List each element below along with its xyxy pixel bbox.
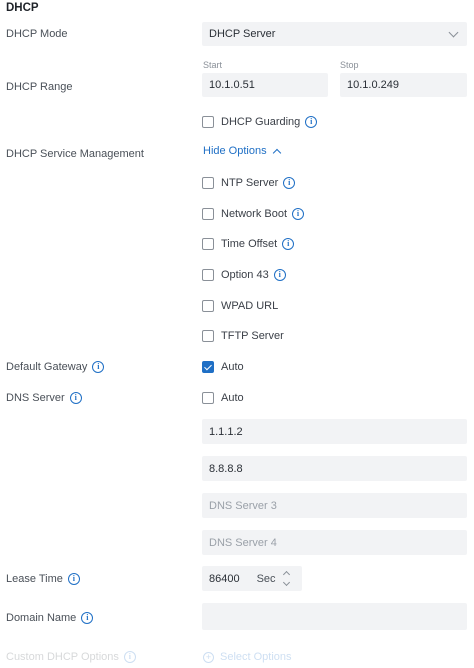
hide-options-label: Hide Options: [203, 145, 267, 157]
domain-name-label: Domain Name i: [6, 612, 94, 624]
default-gateway-auto-checkbox[interactable]: Auto: [202, 361, 244, 373]
auto-label: Auto: [221, 392, 244, 404]
dhcp-guarding-label: DHCP Guarding: [221, 116, 301, 128]
lease-time-stepper[interactable]: [282, 570, 290, 587]
range-start-label: Start: [203, 60, 223, 70]
lease-time-label-text: Lease Time: [6, 573, 63, 585]
dns-server-2-input[interactable]: 8.8.8.8: [202, 456, 467, 481]
dns-auto-checkbox[interactable]: Auto: [202, 392, 244, 404]
chevron-down-icon: [448, 27, 459, 37]
lease-time-input[interactable]: 86400 Sec: [202, 566, 302, 591]
service-mgmt-label-text: DHCP Service Management: [6, 148, 144, 160]
chevron-up-icon: [272, 148, 281, 157]
stepper-down-icon[interactable]: [282, 578, 290, 587]
default-gateway-label: Default Gateway i: [6, 361, 105, 373]
dhcp-mode-select[interactable]: DHCP Server: [202, 22, 467, 46]
stepper-up-icon[interactable]: [282, 570, 290, 579]
dns-server-1-value: 1.1.1.2: [209, 425, 243, 438]
dns-server-2-value: 8.8.8.8: [209, 462, 243, 475]
info-icon[interactable]: i: [292, 208, 305, 220]
section-title: DHCP: [6, 2, 39, 14]
checkbox-box[interactable]: [202, 392, 214, 404]
default-gateway-label-text: Default Gateway: [6, 361, 88, 373]
option-label: NTP Server: [221, 177, 279, 189]
checkbox-box[interactable]: [202, 116, 214, 128]
dns-server-label-text: DNS Server: [6, 392, 65, 404]
option-tftp-server[interactable]: TFTP Server: [202, 330, 284, 342]
checkbox-box[interactable]: [202, 238, 214, 250]
info-icon[interactable]: i: [123, 651, 136, 663]
info-icon[interactable]: i: [92, 361, 105, 373]
dns-server-4-placeholder: DNS Server 4: [209, 536, 277, 549]
option-label: Time Offset: [221, 238, 278, 250]
service-mgmt-label: DHCP Service Management: [6, 148, 144, 160]
info-icon[interactable]: i: [69, 392, 82, 404]
custom-options-label: Custom DHCP Options i: [6, 651, 136, 663]
info-icon[interactable]: i: [283, 177, 296, 189]
checkbox-box[interactable]: [202, 269, 214, 281]
dhcp-range-label: DHCP Range: [6, 81, 72, 93]
custom-options-label-text: Custom DHCP Options: [6, 651, 119, 663]
domain-name-label-text: Domain Name: [6, 612, 77, 624]
auto-label: Auto: [221, 361, 244, 373]
select-options-label: Select Options: [220, 651, 292, 663]
checkbox-box[interactable]: [202, 300, 214, 312]
info-icon[interactable]: i: [282, 238, 295, 250]
range-stop-value: 10.1.0.249: [347, 79, 399, 91]
option-ntp-server[interactable]: NTP Server i: [202, 177, 296, 189]
dhcp-mode-label-text: DHCP Mode: [6, 28, 68, 40]
dns-server-3-placeholder: DNS Server 3: [209, 499, 277, 512]
option-label: WPAD URL: [221, 300, 279, 312]
checkbox-box[interactable]: [202, 330, 214, 342]
dhcp-guarding-checkbox[interactable]: DHCP Guarding i: [202, 116, 318, 128]
info-icon[interactable]: i: [305, 116, 318, 128]
checkbox-box[interactable]: [202, 177, 214, 189]
dns-server-1-input[interactable]: 1.1.1.2: [202, 419, 467, 444]
option-label: Option 43: [221, 269, 269, 281]
lease-time-value: 86400: [209, 572, 240, 585]
plus-icon: +: [203, 651, 214, 663]
info-icon[interactable]: i: [67, 573, 80, 585]
checkbox-box[interactable]: [202, 208, 214, 220]
option-label: TFTP Server: [221, 330, 284, 342]
option-43[interactable]: Option 43 i: [202, 269, 286, 281]
lease-time-label: Lease Time i: [6, 573, 80, 585]
dns-server-3-input[interactable]: DNS Server 3: [202, 493, 467, 518]
info-icon[interactable]: i: [81, 612, 94, 624]
hide-options-toggle[interactable]: Hide Options: [203, 145, 281, 157]
lease-time-unit: Sec: [256, 572, 276, 585]
range-start-input[interactable]: 10.1.0.51: [202, 73, 328, 97]
option-time-offset[interactable]: Time Offset i: [202, 238, 295, 250]
checkbox-checked[interactable]: [202, 361, 214, 373]
domain-name-input[interactable]: [202, 603, 467, 630]
dhcp-mode-value: DHCP Server: [209, 28, 276, 40]
option-wpad-url[interactable]: WPAD URL: [202, 300, 278, 312]
range-stop-input[interactable]: 10.1.0.249: [340, 73, 467, 97]
dns-server-label: DNS Server i: [6, 392, 82, 404]
select-options-button[interactable]: + Select Options: [203, 651, 292, 663]
info-icon[interactable]: i: [273, 269, 286, 281]
dhcp-range-label-text: DHCP Range: [6, 81, 73, 93]
option-label: Network Boot: [221, 208, 288, 220]
range-stop-label: Stop: [340, 60, 359, 70]
dhcp-mode-label: DHCP Mode: [6, 28, 68, 40]
dns-server-4-input[interactable]: DNS Server 4: [202, 530, 467, 555]
range-start-value: 10.1.0.51: [209, 79, 255, 91]
option-network-boot[interactable]: Network Boot i: [202, 208, 305, 220]
